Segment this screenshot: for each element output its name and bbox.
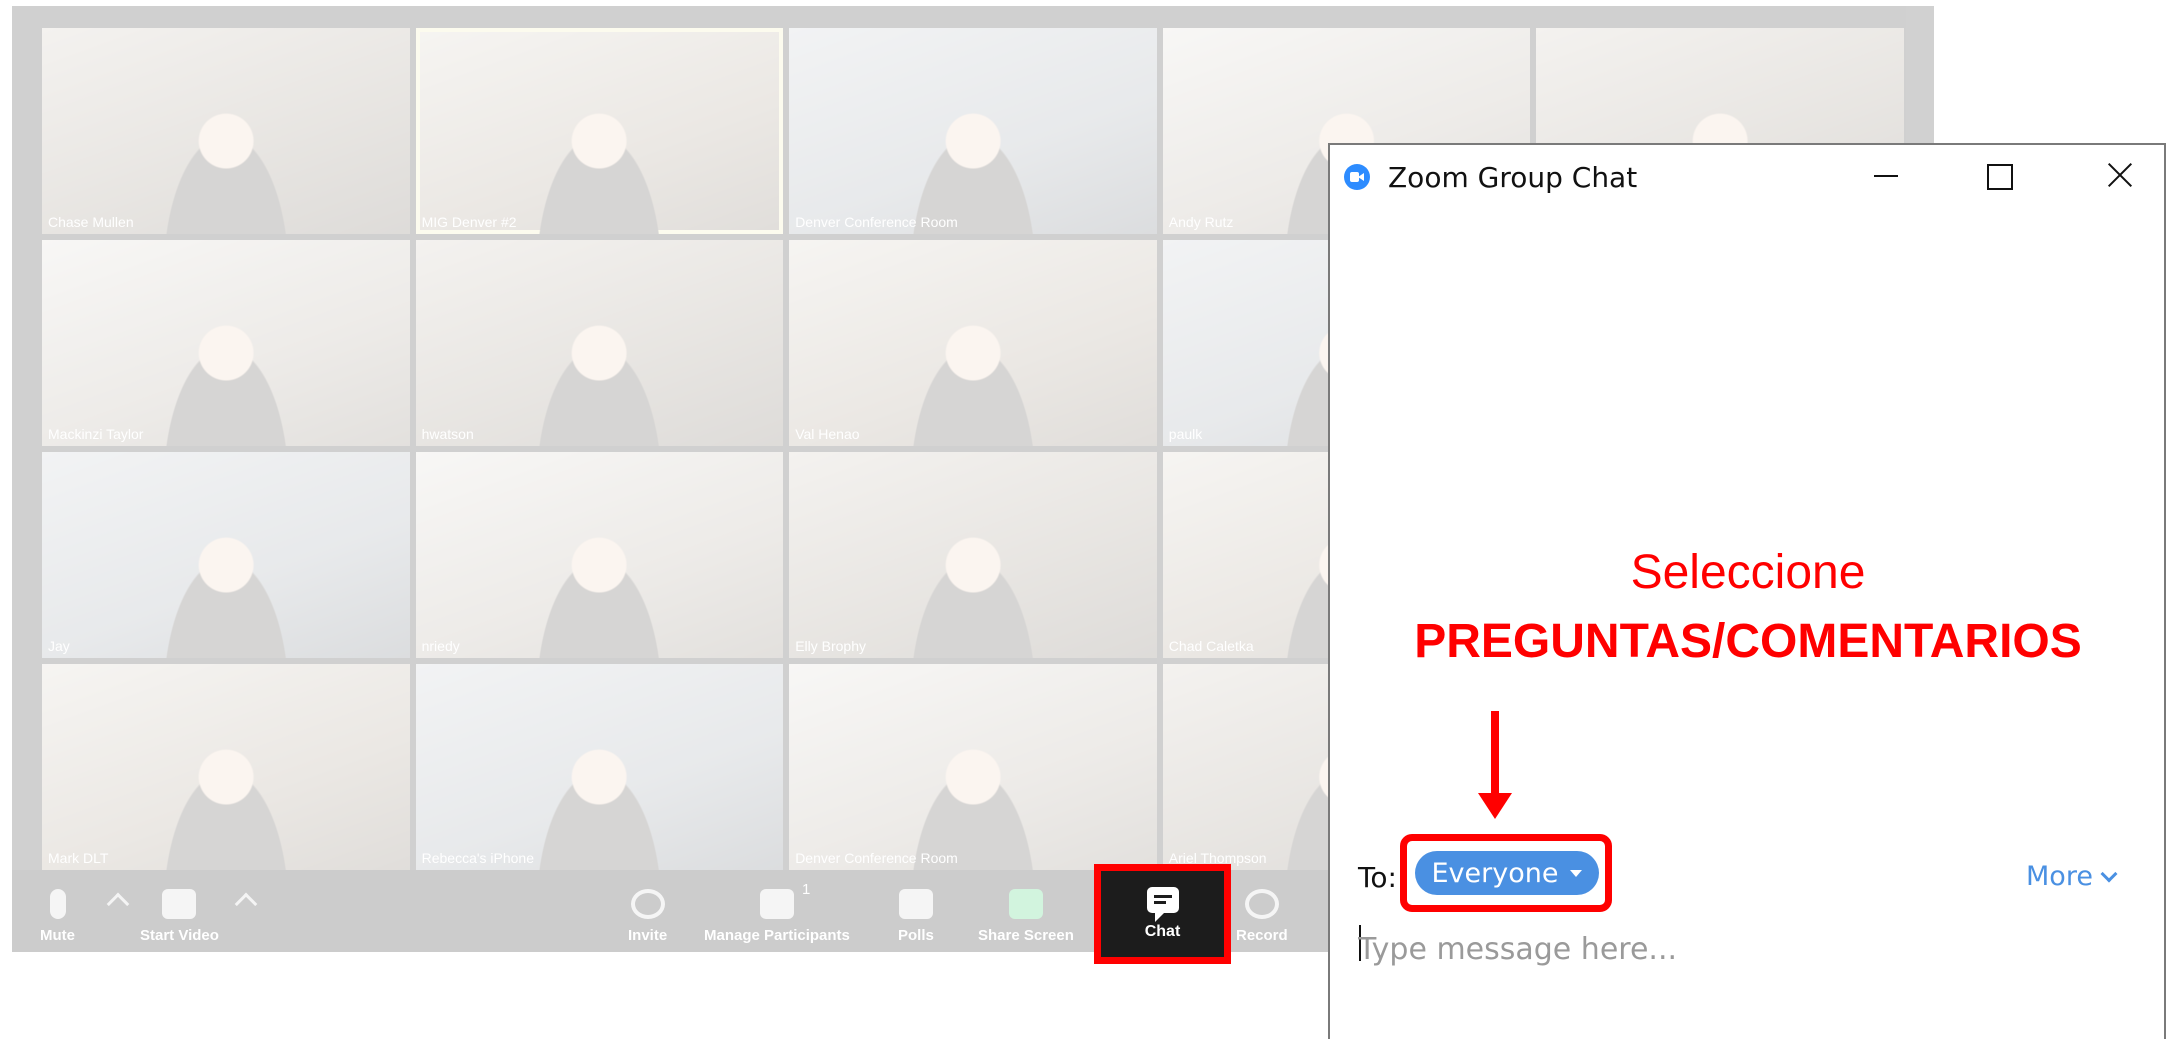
participant-video (892, 517, 1054, 658)
share-screen-icon (1008, 889, 1043, 919)
chevron-down-icon (2100, 865, 2118, 882)
mute-label: Mute (40, 927, 75, 944)
record-label: Record (1236, 927, 1288, 944)
participant-video (518, 305, 681, 446)
participant-video (518, 729, 681, 870)
instruction-annotation: Seleccione PREGUNTAS/COMENTARIOS (1330, 545, 2166, 669)
video-tile[interactable]: Val Henao (789, 240, 1157, 446)
group-chat-window: Zoom Group Chat Seleccione PREGUNTAS/COM… (1328, 143, 2166, 1039)
record-icon (1244, 889, 1279, 919)
recipient-highlight: Everyone (1400, 834, 1612, 912)
recipient-value: Everyone (1431, 857, 1559, 889)
participant-name: paulk (1168, 426, 1203, 442)
video-tile[interactable]: Chase Mullen (42, 28, 410, 234)
participant-video (144, 305, 307, 446)
manage-participants-button[interactable]: Manage Participants (704, 876, 850, 944)
participant-name: nriedy (421, 638, 460, 654)
start-video-label: Start Video (140, 927, 219, 944)
chat-bubble-icon (1146, 887, 1179, 922)
caret-down-icon (1570, 869, 1583, 877)
participant-name: Val Henao (795, 426, 860, 442)
microphone-icon (49, 889, 66, 919)
participant-count: 1 (802, 881, 811, 898)
minimize-button[interactable] (1858, 153, 1914, 197)
record-button[interactable]: Record (1236, 876, 1288, 944)
video-tile[interactable]: Rebecca's iPhone (415, 664, 784, 870)
video-tile[interactable]: Elly Brophy (789, 452, 1157, 658)
arrow-down-icon (1478, 711, 1512, 819)
video-tile[interactable]: Mark DLT (42, 664, 410, 870)
video-tile[interactable]: Denver Conference Room (789, 28, 1157, 234)
video-camera-off-icon (162, 889, 197, 919)
participant-video (144, 93, 307, 234)
chevron-up-icon[interactable] (106, 892, 130, 916)
participant-video (144, 517, 307, 658)
chat-line (1153, 901, 1166, 904)
chat-label: Chat (1144, 923, 1181, 940)
participant-video (144, 729, 307, 870)
participant-name: Denver Conference Room (795, 850, 958, 866)
more-button[interactable]: More (2026, 861, 2118, 892)
mute-button[interactable]: Mute (40, 876, 75, 944)
bar-chart-icon (898, 889, 933, 919)
participant-name: Rebecca's iPhone (421, 850, 535, 866)
recipient-dropdown[interactable]: Everyone (1415, 851, 1599, 895)
message-input[interactable] (1358, 919, 2138, 979)
manage-participants-label: Manage Participants (704, 927, 850, 944)
participant-video (518, 517, 681, 658)
maximize-button[interactable] (1970, 153, 2026, 197)
participant-video (892, 305, 1054, 446)
participants-icon (759, 889, 794, 919)
participant-video (892, 729, 1054, 870)
video-tile-active-speaker[interactable]: MIG Denver #2 (415, 28, 784, 234)
invite-button[interactable]: Invite (628, 876, 667, 944)
to-label: To: (1358, 861, 1397, 894)
participant-name: Jay (48, 638, 70, 654)
participant-name: MIG Denver #2 (421, 214, 517, 230)
zoom-logo-icon (1344, 164, 1370, 190)
share-screen-label: Share Screen (978, 927, 1074, 944)
chat-button[interactable]: Chat (1108, 878, 1217, 950)
polls-label: Polls (898, 927, 934, 944)
participant-name: hwatson (421, 426, 474, 442)
share-screen-button[interactable]: Share Screen (978, 876, 1074, 944)
close-button[interactable] (2092, 153, 2148, 197)
participant-name: Mackinzi Taylor (48, 426, 144, 442)
video-tile[interactable]: Denver Conference Room (789, 664, 1157, 870)
chat-titlebar[interactable]: Zoom Group Chat (1330, 145, 2164, 205)
video-tile[interactable]: Jay (42, 452, 410, 658)
chat-window-title: Zoom Group Chat (1388, 161, 1638, 194)
polls-button[interactable]: Polls (898, 876, 934, 944)
participant-name: Elly Brophy (795, 638, 866, 654)
video-tile[interactable]: Mackinzi Taylor (42, 240, 410, 446)
chevron-up-icon[interactable] (234, 892, 258, 916)
participant-name: Mark DLT (48, 850, 109, 866)
participant-video (892, 93, 1054, 234)
start-video-button[interactable]: Start Video (140, 876, 219, 944)
chat-button-highlight: Chat (1094, 864, 1231, 964)
invite-label: Invite (628, 927, 668, 944)
participant-name: Denver Conference Room (795, 214, 958, 230)
instruction-line-1: Seleccione (1630, 546, 1866, 599)
participant-name: Chase Mullen (48, 214, 134, 230)
video-tile[interactable]: nriedy (415, 452, 784, 658)
participant-name: Andy Rutz (1168, 214, 1234, 230)
add-person-icon (630, 889, 665, 919)
chat-line (1153, 895, 1172, 898)
more-label: More (2026, 861, 2093, 892)
participant-name: Chad Caletka (1168, 638, 1254, 654)
participant-video (518, 93, 681, 234)
instruction-line-2: PREGUNTAS/COMENTARIOS (1414, 615, 2082, 668)
video-tile[interactable]: hwatson (415, 240, 784, 446)
